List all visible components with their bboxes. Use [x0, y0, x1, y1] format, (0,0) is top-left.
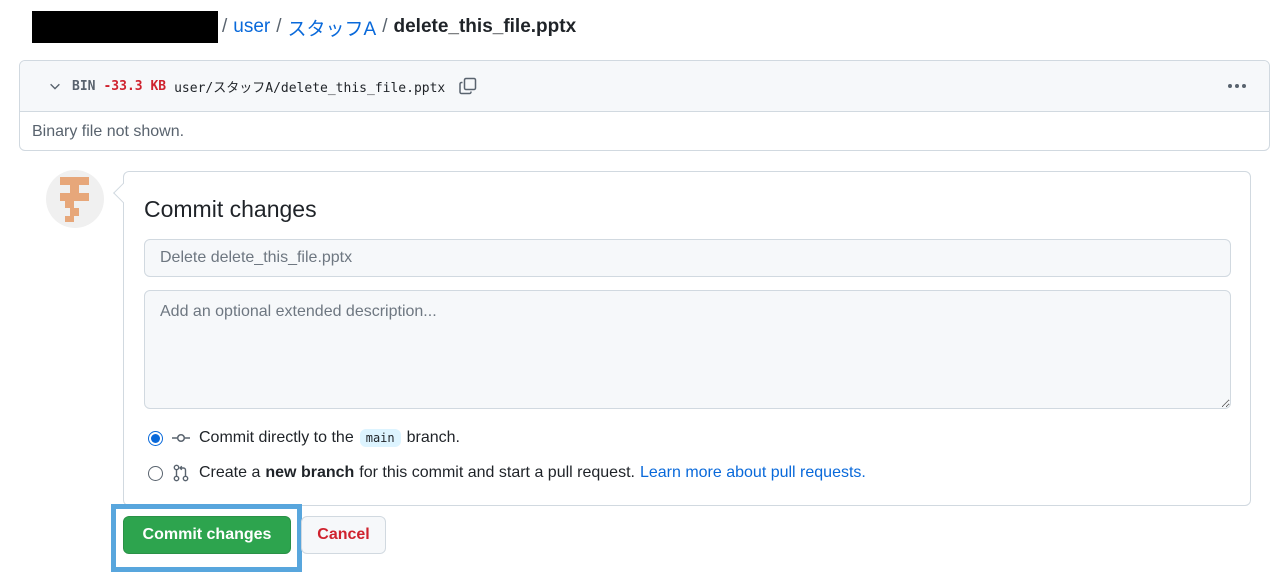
git-commit-icon — [172, 429, 190, 447]
card-pointer — [113, 183, 133, 203]
breadcrumb-separator: / — [382, 16, 388, 37]
breadcrumb-link-user[interactable]: user — [233, 16, 270, 38]
file-path: user/スタッフA/delete_this_file.pptx — [174, 80, 446, 96]
commit-form: Commit changes Commit directly to the ma… — [113, 171, 1251, 506]
file-type-label: BIN — [72, 78, 96, 94]
option-new-suffix: for this commit and start a pull request… — [359, 464, 635, 481]
option-direct-prefix: Commit directly to the — [199, 429, 354, 446]
option-direct-suffix: branch. — [406, 429, 460, 446]
cancel-button[interactable]: Cancel — [301, 516, 386, 554]
breadcrumb-link-staff[interactable]: スタッフA — [288, 14, 377, 41]
avatar — [46, 170, 104, 228]
breadcrumb-current-file: delete_this_file.pptx — [393, 16, 577, 37]
file-diff-box: BIN -33.3 KB user/スタッフA/delete_this_file… — [19, 60, 1270, 151]
copy-icon[interactable] — [457, 75, 479, 97]
radio-commit-direct[interactable] — [148, 430, 163, 446]
pull-request-icon — [172, 464, 190, 482]
learn-more-link[interactable]: Learn more about pull requests. — [640, 464, 866, 482]
file-header: BIN -33.3 KB user/スタッフA/delete_this_file… — [20, 61, 1269, 112]
commit-description-input[interactable] — [144, 290, 1231, 409]
breadcrumb: / user / スタッフA / delete_this_file.pptx — [32, 11, 576, 43]
option-new-prefix: Create a — [199, 464, 261, 481]
option-commit-direct[interactable]: Commit directly to the main branch. — [148, 429, 460, 447]
commit-summary-input[interactable] — [144, 239, 1231, 277]
file-size-change: -33.3 KB — [103, 78, 167, 94]
breadcrumb-separator: / — [276, 16, 282, 37]
chevron-down-icon[interactable] — [46, 77, 64, 95]
radio-new-branch[interactable] — [148, 465, 163, 481]
option-new-branch[interactable]: Create a new branch for this commit and … — [148, 464, 866, 482]
breadcrumb-separator: / — [222, 16, 228, 37]
file-body: Binary file not shown. — [20, 112, 1269, 150]
more-options-icon[interactable] — [1225, 77, 1249, 95]
branch-name-chip: main — [359, 429, 401, 447]
option-new-bold: new branch — [265, 464, 355, 481]
commit-title: Commit changes — [144, 196, 317, 222]
redacted-repo-name — [32, 11, 218, 43]
binary-file-notice: Binary file not shown. — [32, 122, 185, 140]
commit-changes-button[interactable]: Commit changes — [123, 516, 291, 554]
